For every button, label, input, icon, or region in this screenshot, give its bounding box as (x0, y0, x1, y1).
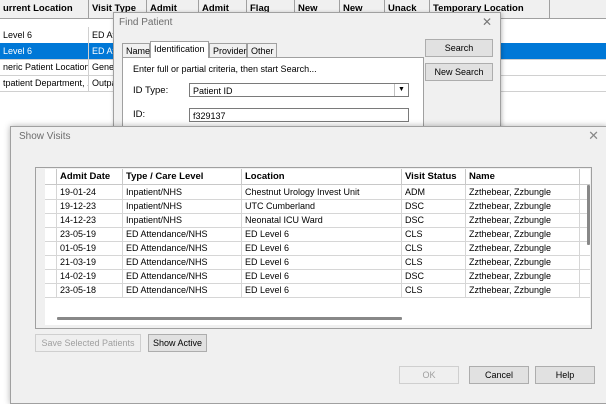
cell-admit-date: 19-01-24 (57, 185, 123, 199)
cell-patient-name: Zzthebear, Zzbungle (466, 241, 580, 255)
cell-visit-status: CLS (402, 241, 466, 255)
row-location: Level 6 (0, 43, 89, 59)
cell-admit-date: 23-05-18 (57, 283, 123, 297)
table-row[interactable]: 14-12-23 Inpatient/NHS Neonatal ICU Ward DS… (45, 213, 590, 228)
row-indicator (45, 241, 57, 255)
horizontal-scrollbar[interactable] (57, 317, 402, 320)
help-button[interactable]: Help (535, 366, 595, 384)
close-icon[interactable]: ✕ (482, 15, 492, 29)
cell-patient-name: Zzthebear, Zzbungle (466, 227, 580, 241)
new-search-button[interactable]: New Search (425, 63, 493, 81)
ok-button[interactable]: OK (399, 366, 459, 384)
column-header-admit-date[interactable]: Admit Date (57, 169, 123, 184)
column-header-visit-status[interactable]: Visit Status (402, 169, 466, 184)
row-indicator (45, 283, 57, 297)
cell-patient-name: Zzthebear, Zzbungle (466, 185, 580, 199)
vertical-scrollbar[interactable] (587, 185, 590, 245)
find-patient-dialog: Find Patient ✕ Name Identification Provi… (113, 12, 501, 132)
cell-type-care-level: ED Attendance/NHS (123, 269, 242, 283)
tab-identification[interactable]: Identification (150, 41, 209, 58)
cell-visit-status: DSC (402, 269, 466, 283)
cell-type-care-level: ED Attendance/NHS (123, 255, 242, 269)
cancel-button[interactable]: Cancel (469, 366, 529, 384)
table-row[interactable]: 23-05-19 ED Attendance/NHS ED Level 6 CLS Zz… (45, 227, 590, 242)
id-type-label: ID Type: (133, 85, 169, 96)
tab-other[interactable]: Other (247, 43, 277, 57)
show-active-button[interactable]: Show Active (148, 334, 207, 352)
cell-visit-status: CLS (402, 227, 466, 241)
show-visits-dialog: Show Visits ✕ Admit Date Type / Care Lev… (10, 126, 606, 404)
table-row[interactable]: 23-05-18 ED Attendance/NHS ED Level 6 CLS Zz… (45, 283, 590, 298)
column-header-type-care-level[interactable]: Type / Care Level (123, 169, 242, 184)
cell-type-care-level: ED Attendance/NHS (123, 227, 242, 241)
cell-patient-name: Zzthebear, Zzbungle (466, 199, 580, 213)
cell-visit-status: DSC (402, 213, 466, 227)
column-header-current-location[interactable]: urrent Location (0, 0, 89, 18)
cell-location: Neonatal ICU Ward (242, 213, 402, 227)
column-header-name[interactable]: Name (466, 169, 580, 184)
cell-visit-status: DSC (402, 199, 466, 213)
table-row[interactable]: 01-05-19 ED Attendance/NHS ED Level 6 CLS Zz… (45, 241, 590, 256)
id-type-select[interactable]: Patient ID ▼ (189, 83, 409, 97)
row-indicator-header (45, 169, 57, 184)
table-row[interactable]: 19-12-23 Inpatient/NHS UTC Cumberland DSC Zz… (45, 199, 590, 214)
cell-location: Chestnut Urology Invest Unit (242, 185, 402, 199)
close-icon[interactable]: ✕ (588, 128, 599, 144)
cell-location: ED Level 6 (242, 269, 402, 283)
id-field[interactable]: f329137 (189, 108, 409, 122)
cell-admit-date: 19-12-23 (57, 199, 123, 213)
cell-admit-date: 21-03-19 (57, 255, 123, 269)
search-hint: Enter full or partial criteria, then sta… (133, 64, 317, 74)
cell-visit-status: CLS (402, 255, 466, 269)
table-row[interactable]: 19-01-24 Inpatient/NHS Chestnut Urology In… (45, 185, 590, 200)
visits-table: Admit Date Type / Care Level Location Vi… (45, 169, 590, 325)
id-label: ID: (133, 109, 146, 120)
row-location: neric Patient Location (0, 59, 89, 75)
row-indicator (45, 269, 57, 283)
row-indicator (45, 199, 57, 213)
row-indicator (45, 185, 57, 199)
cell-location: ED Level 6 (242, 227, 402, 241)
cell-type-care-level: ED Attendance/NHS (123, 283, 242, 297)
cell-patient-name: Zzthebear, Zzbungle (466, 213, 580, 227)
cell-location: ED Level 6 (242, 283, 402, 297)
row-location: tpatient Department, ... (0, 75, 89, 91)
cell-visit-status: ADM (402, 185, 466, 199)
cell-visit-status: CLS (402, 283, 466, 297)
cell-location: ED Level 6 (242, 241, 402, 255)
cell-location: UTC Cumberland (242, 199, 402, 213)
cell-admit-date: 01-05-19 (57, 241, 123, 255)
identification-panel: Enter full or partial criteria, then sta… (122, 57, 424, 132)
id-type-value: Patient ID (193, 86, 233, 96)
chevron-down-icon[interactable]: ▼ (394, 84, 408, 96)
column-header-location[interactable]: Location (242, 169, 402, 184)
visits-table-header: Admit Date Type / Care Level Location Vi… (45, 169, 590, 185)
cell-type-care-level: Inpatient/NHS (123, 199, 242, 213)
tab-name[interactable]: Name (122, 43, 150, 57)
row-indicator (45, 213, 57, 227)
cell-type-care-level: ED Attendance/NHS (123, 241, 242, 255)
cell-location: ED Level 6 (242, 255, 402, 269)
cell-admit-date: 23-05-19 (57, 227, 123, 241)
cell-patient-name: Zzthebear, Zzbungle (466, 269, 580, 283)
table-row[interactable]: 14-02-19 ED Attendance/NHS ED Level 6 DSC Zz… (45, 269, 590, 284)
cell-type-care-level: Inpatient/NHS (123, 185, 242, 199)
save-selected-patients-button[interactable]: Save Selected Patients (35, 334, 141, 352)
row-location: Level 6 (0, 27, 89, 43)
cell-admit-date: 14-12-23 (57, 213, 123, 227)
row-indicator (45, 227, 57, 241)
dialog-title: Find Patient (119, 17, 173, 28)
dialog-title: Show Visits (19, 131, 71, 142)
tab-provider[interactable]: Provider (209, 43, 247, 57)
cell-patient-name: Zzthebear, Zzbungle (466, 283, 580, 297)
cell-type-care-level: Inpatient/NHS (123, 213, 242, 227)
row-indicator (45, 255, 57, 269)
cell-admit-date: 14-02-19 (57, 269, 123, 283)
table-row[interactable]: 21-03-19 ED Attendance/NHS ED Level 6 CLS Zz… (45, 255, 590, 270)
search-button[interactable]: Search (425, 39, 493, 57)
cell-patient-name: Zzthebear, Zzbungle (466, 255, 580, 269)
